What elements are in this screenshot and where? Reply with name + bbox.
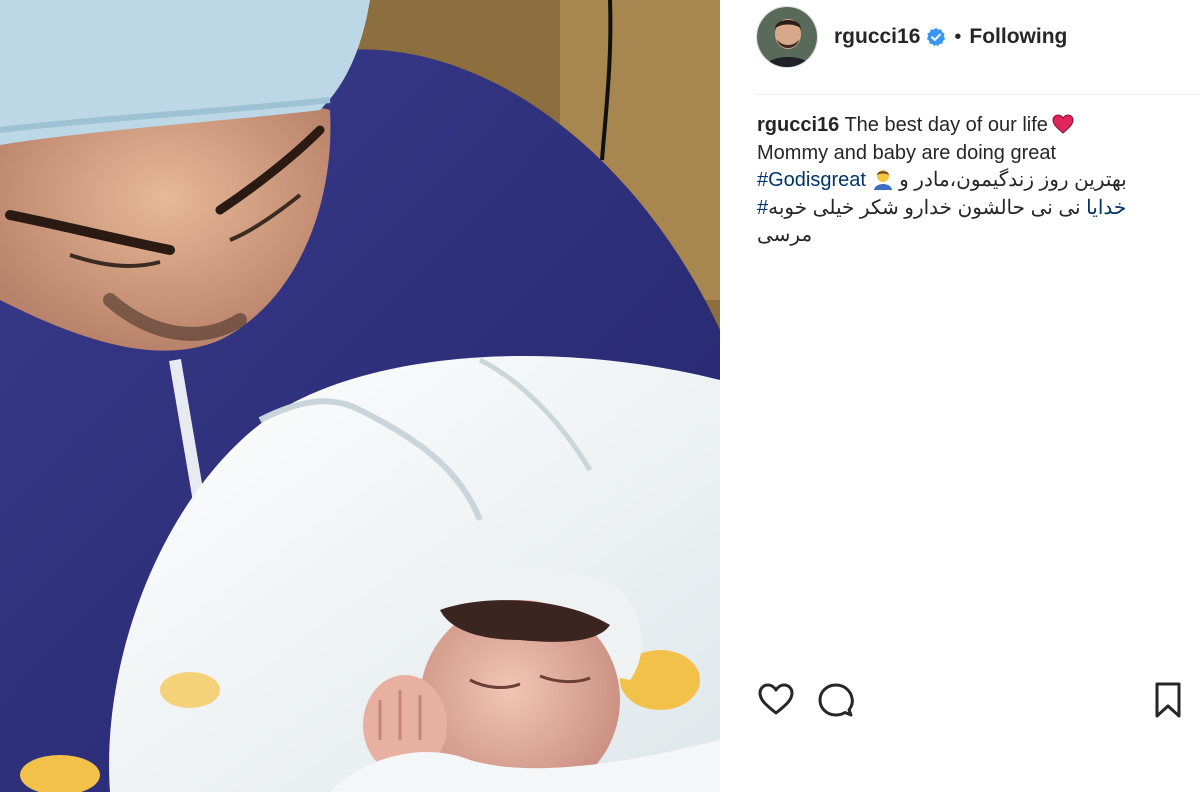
caption-text-1: The best day of our life bbox=[844, 114, 1048, 136]
caption-line-3: #Godisgreat بهترین روز زندگیمون،مادر و bbox=[757, 167, 1152, 195]
caption-line-1: rgucci16 The best day of our life bbox=[757, 112, 1152, 140]
post-caption: rgucci16 The best day of our life Mommy … bbox=[757, 112, 1152, 250]
caption-persian-1: بهترین روز زندگیمون،مادر و bbox=[899, 169, 1127, 191]
bookmark-icon bbox=[1155, 682, 1181, 718]
avatar-image bbox=[757, 7, 817, 67]
newborn-photo-illustration bbox=[0, 0, 720, 792]
caption-line-4: #خدایا نی نی حالشون خدارو شکر خیلی خوبه bbox=[757, 195, 1152, 223]
post-side-panel: rgucci16 • Following rgucci16 The best d… bbox=[720, 0, 1200, 792]
avatar[interactable] bbox=[756, 6, 818, 68]
post-header: rgucci16 • Following bbox=[720, 0, 1200, 74]
separator-dot: • bbox=[954, 25, 962, 48]
caption-line-5: مرسی bbox=[757, 224, 813, 246]
like-button[interactable] bbox=[756, 680, 796, 720]
comment-icon bbox=[818, 683, 854, 717]
hashtag-godisgreat[interactable]: #Godisgreat bbox=[757, 169, 866, 191]
save-button[interactable] bbox=[1148, 680, 1188, 720]
post-actions bbox=[756, 680, 1188, 720]
red-heart-icon bbox=[1052, 114, 1074, 134]
verified-badge-icon bbox=[926, 27, 946, 47]
person-bowing-icon bbox=[872, 168, 894, 190]
comment-button[interactable] bbox=[816, 680, 856, 720]
caption-line-2: Mommy and baby are doing great bbox=[757, 141, 1057, 164]
author-username[interactable]: rgucci16 bbox=[834, 25, 920, 49]
caption-persian-2: نی نی حالشون خدارو شکر خیلی خوبه bbox=[768, 196, 1081, 219]
heart-outline-icon bbox=[758, 683, 794, 715]
post-photo[interactable] bbox=[0, 0, 720, 792]
header-divider bbox=[756, 94, 1200, 95]
caption-username[interactable]: rgucci16 bbox=[757, 114, 839, 136]
following-button[interactable]: Following bbox=[969, 25, 1067, 49]
